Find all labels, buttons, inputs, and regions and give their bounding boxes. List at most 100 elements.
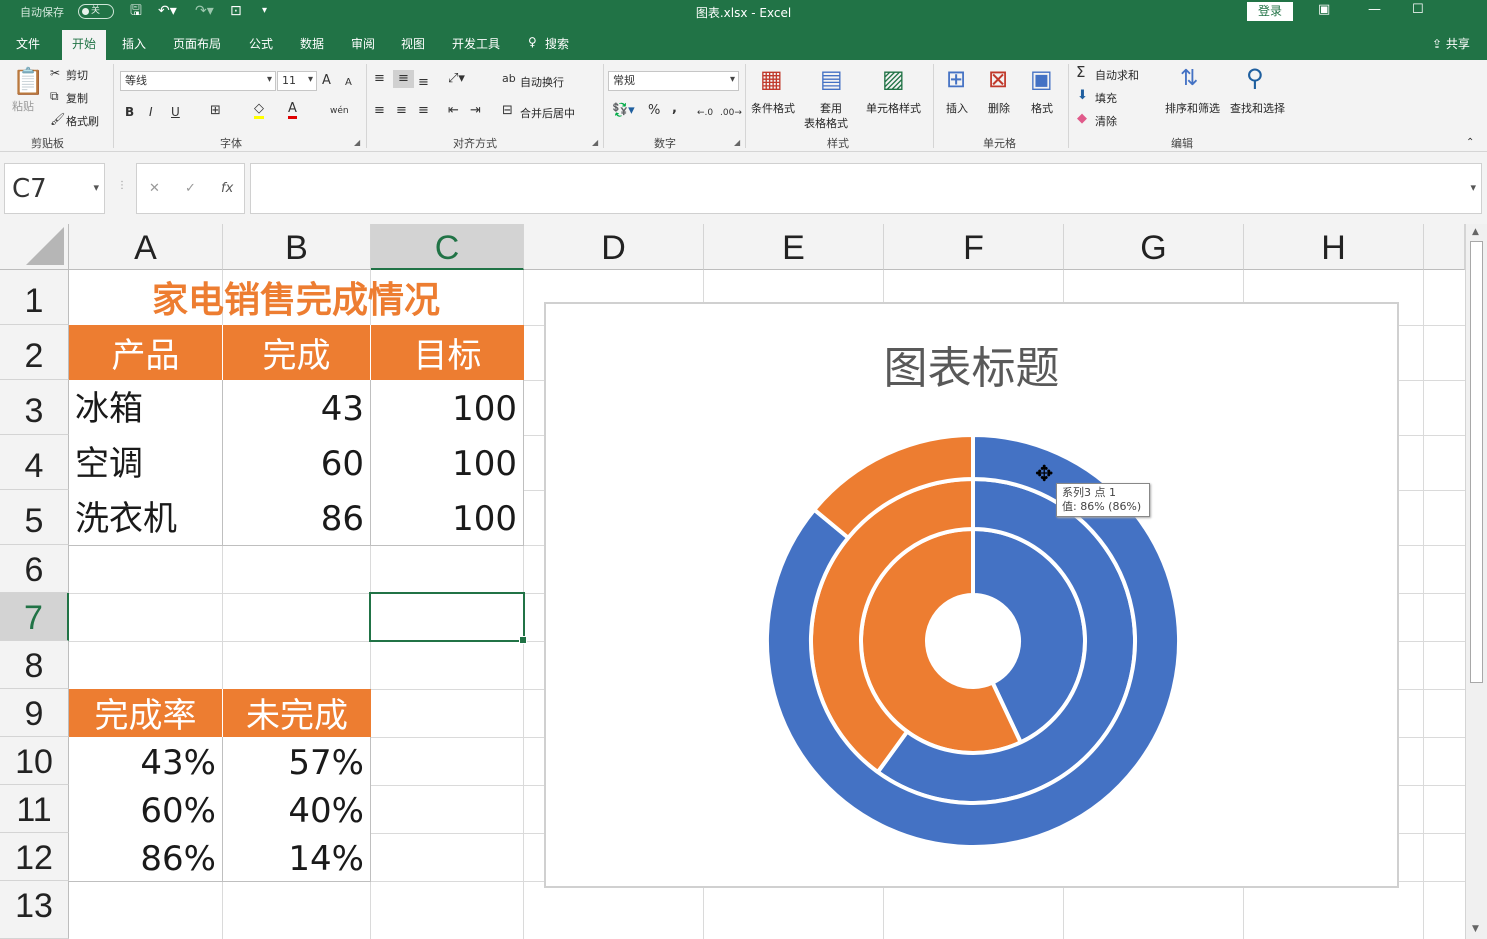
insert-function-icon[interactable]: fx xyxy=(221,181,233,196)
grow-font-button[interactable]: A xyxy=(322,74,331,88)
table-cell[interactable]: 洗衣机 xyxy=(69,490,223,546)
number-format-select[interactable]: 常规 xyxy=(608,71,739,91)
table-header-cell[interactable]: 产品 xyxy=(69,325,223,380)
font-name-select[interactable]: 等线 xyxy=(120,71,276,91)
login-button[interactable]: 登录 xyxy=(1247,2,1293,21)
doughnut-chart[interactable]: 图表标题 xyxy=(544,302,1399,888)
decrease-indent-icon[interactable]: ⇤ xyxy=(448,104,459,118)
tab-page-layout[interactable]: 页面布局 xyxy=(173,35,221,52)
table-cell[interactable]: 86 xyxy=(223,490,371,546)
column-header-a[interactable]: A xyxy=(69,224,223,270)
name-box[interactable]: C7 xyxy=(4,163,105,214)
format-as-table-button-2[interactable]: 表格格式 xyxy=(804,115,848,131)
row-header-13[interactable]: 13 xyxy=(0,881,69,939)
find-select-button[interactable]: 查找和选择 xyxy=(1230,100,1285,116)
scroll-down-icon[interactable]: ▼ xyxy=(1472,924,1479,934)
format-as-table-button-1[interactable]: 套用 xyxy=(820,100,842,116)
increase-indent-icon[interactable]: ⇥ xyxy=(470,104,481,118)
sheet-title-cell[interactable]: 家电销售完成情况 xyxy=(69,272,523,325)
shrink-font-button[interactable]: A xyxy=(345,76,352,90)
row-header-9[interactable]: 9 xyxy=(0,689,69,737)
wrap-text-button[interactable]: 自动换行 xyxy=(520,74,564,90)
column-header-c[interactable]: C xyxy=(371,224,524,270)
table-cell[interactable]: 100 xyxy=(371,380,524,436)
tab-data[interactable]: 数据 xyxy=(300,35,324,52)
table-cell[interactable]: 57% xyxy=(223,737,371,786)
row-header-7[interactable]: 7 xyxy=(0,593,69,641)
row-header-4[interactable]: 4 xyxy=(0,435,69,490)
maximize-icon[interactable]: ☐ xyxy=(1412,2,1424,17)
underline-button[interactable]: U xyxy=(171,105,180,119)
conditional-format-button[interactable]: 条件格式 xyxy=(751,100,795,116)
paste-button[interactable]: 粘贴 xyxy=(12,98,34,114)
table-cell[interactable]: 43 xyxy=(223,380,371,436)
tell-me-search[interactable]: 搜索 xyxy=(545,35,569,52)
share-button[interactable]: ⇪ 共享 xyxy=(1432,35,1470,52)
format-painter-button[interactable]: 格式刷 xyxy=(66,113,99,129)
bold-button[interactable]: B xyxy=(125,105,134,119)
tab-developer[interactable]: 开发工具 xyxy=(452,35,500,52)
align-left-icon[interactable]: ≡ xyxy=(374,104,385,118)
align-right-icon[interactable]: ≡ xyxy=(418,104,429,118)
row-header-1[interactable]: 1 xyxy=(0,270,69,325)
merge-center-button[interactable]: 合并后居中 xyxy=(520,105,575,121)
active-cell-c7[interactable] xyxy=(369,592,527,644)
align-middle-icon[interactable]: ≡ xyxy=(393,70,414,88)
font-dialog-launcher-icon[interactable]: ◢ xyxy=(354,136,360,150)
formula-input[interactable] xyxy=(250,163,1482,214)
clear-button[interactable]: 清除 xyxy=(1095,113,1117,129)
tab-formulas[interactable]: 公式 xyxy=(249,35,273,52)
collapse-ribbon-icon[interactable]: ⌃ xyxy=(1466,136,1474,150)
resize-handle-icon[interactable]: ⋮ xyxy=(117,180,127,191)
table-header-cell[interactable]: 目标 xyxy=(371,325,524,380)
row-header-5[interactable]: 5 xyxy=(0,490,69,545)
table-cell[interactable]: 冰箱 xyxy=(69,380,223,436)
vertical-scrollbar[interactable]: ▲ ▼ xyxy=(1465,224,1487,939)
sort-filter-button[interactable]: 排序和筛选 xyxy=(1165,100,1220,116)
table-cell[interactable]: 86% xyxy=(69,833,223,882)
select-all-button[interactable] xyxy=(0,224,69,270)
table-header-cell[interactable]: 未完成 xyxy=(223,689,371,737)
table-cell[interactable]: 40% xyxy=(223,785,371,834)
font-color-icon[interactable]: A xyxy=(288,102,297,119)
delete-cells-button[interactable]: 删除 xyxy=(988,100,1010,116)
row-header-6[interactable]: 6 xyxy=(0,545,69,593)
orientation-icon[interactable]: ⤢▾ xyxy=(448,72,465,86)
row-header-2[interactable]: 2 xyxy=(0,325,69,380)
table-cell[interactable]: 14% xyxy=(223,833,371,882)
accounting-format-icon[interactable]: 💱▾ xyxy=(612,104,635,118)
row-header-10[interactable]: 10 xyxy=(0,737,69,785)
tab-file[interactable]: 文件 xyxy=(16,35,40,52)
enter-icon[interactable]: ✓ xyxy=(185,181,196,196)
row-header-3[interactable]: 3 xyxy=(0,380,69,435)
column-header-i[interactable] xyxy=(1424,224,1465,270)
column-header-h[interactable]: H xyxy=(1244,224,1424,270)
table-cell[interactable]: 100 xyxy=(371,490,524,546)
align-center-icon[interactable]: ≡ xyxy=(396,104,407,118)
table-cell[interactable]: 60 xyxy=(223,435,371,491)
italic-button[interactable]: I xyxy=(149,105,153,119)
cut-button[interactable]: 剪切 xyxy=(66,67,88,83)
border-icon[interactable]: ⊞ xyxy=(210,104,221,118)
alignment-dialog-launcher-icon[interactable]: ◢ xyxy=(592,136,598,150)
table-cell[interactable]: 100 xyxy=(371,435,524,491)
ribbon-display-icon[interactable]: ▣ xyxy=(1318,2,1330,17)
phonetic-button[interactable]: wén xyxy=(330,104,349,118)
paste-icon[interactable]: 📋 xyxy=(12,68,44,96)
copy-button[interactable]: 复制 xyxy=(66,90,88,106)
format-cells-button[interactable]: 格式 xyxy=(1031,100,1053,116)
fill-color-icon[interactable]: ◇ xyxy=(254,102,264,119)
table-cell[interactable]: 空调 xyxy=(69,435,223,491)
column-header-g[interactable]: G xyxy=(1064,224,1244,270)
column-header-f[interactable]: F xyxy=(884,224,1064,270)
percent-button[interactable]: % xyxy=(648,104,660,118)
font-size-select[interactable]: 11 xyxy=(277,71,317,91)
scrollbar-thumb[interactable] xyxy=(1470,241,1483,683)
column-header-d[interactable]: D xyxy=(524,224,704,270)
table-header-cell[interactable]: 完成率 xyxy=(69,689,223,737)
autosum-button[interactable]: 自动求和 xyxy=(1095,67,1139,83)
row-header-12[interactable]: 12 xyxy=(0,833,69,881)
column-header-e[interactable]: E xyxy=(704,224,884,270)
tab-home[interactable]: 开始 xyxy=(62,30,107,60)
increase-decimal-icon[interactable]: ←.0 xyxy=(697,106,713,120)
